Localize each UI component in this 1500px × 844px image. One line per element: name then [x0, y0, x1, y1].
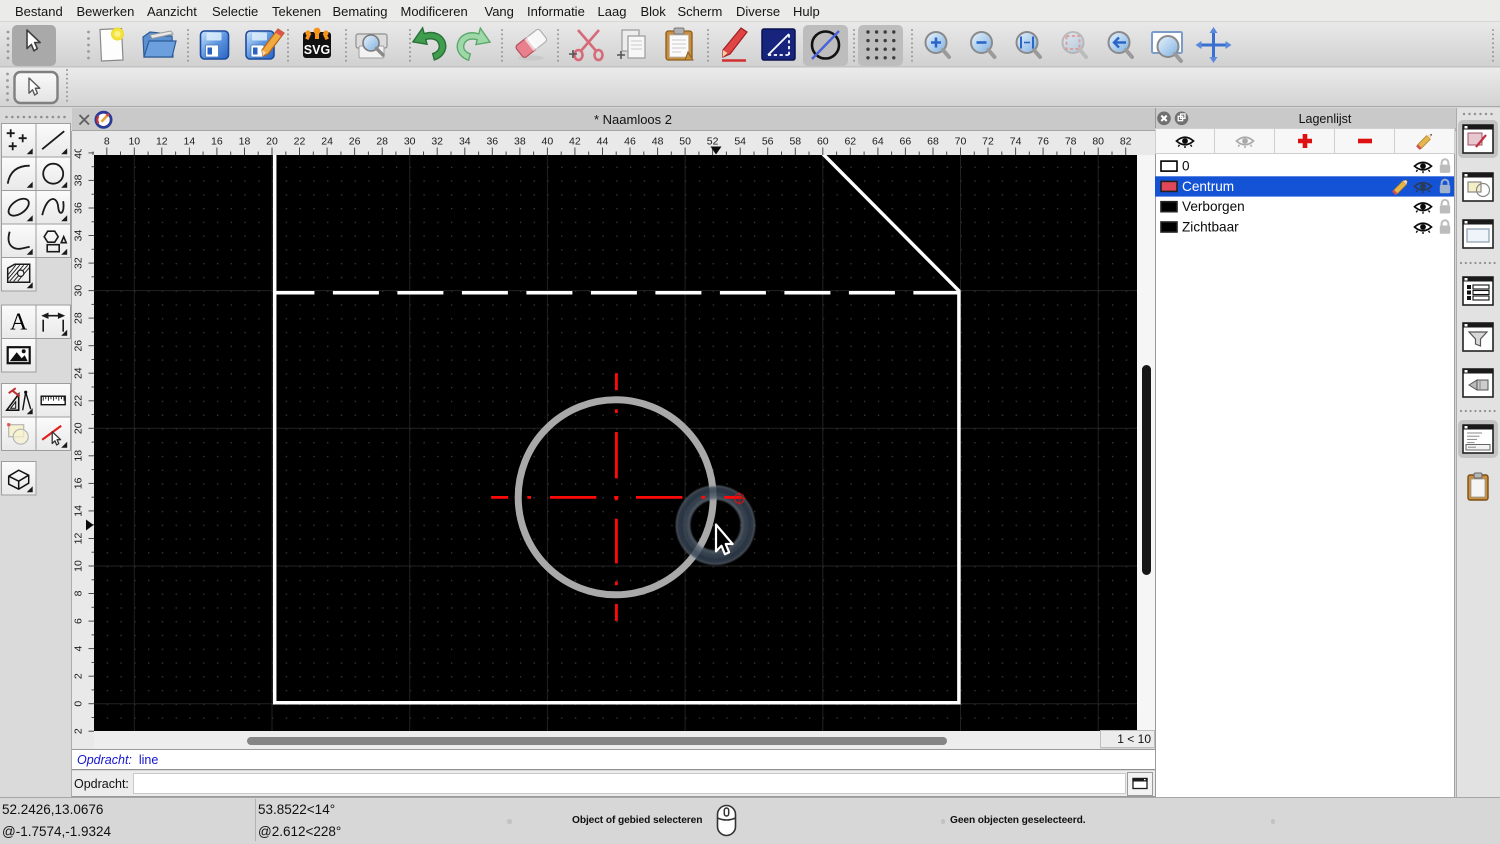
svg-text:72: 72	[982, 136, 994, 148]
svg-text:Zichtbaar: Zichtbaar	[1182, 220, 1239, 235]
svg-text:20: 20	[266, 136, 278, 148]
svg-text:64: 64	[872, 136, 884, 148]
svg-text:46: 46	[624, 136, 636, 148]
svg-text:22: 22	[72, 395, 84, 407]
svg-text:30: 30	[72, 285, 84, 297]
svg-text:54: 54	[734, 136, 746, 148]
svg-text:14: 14	[72, 505, 84, 517]
svg-text:38: 38	[72, 174, 84, 186]
svg-text:58: 58	[789, 136, 801, 148]
svg-text:80: 80	[1092, 136, 1104, 148]
svg-text:38: 38	[514, 136, 526, 148]
svg-text:10: 10	[72, 560, 84, 572]
svg-text:52: 52	[707, 136, 719, 148]
svg-text:56: 56	[762, 136, 774, 148]
svg-text:76: 76	[1037, 136, 1049, 148]
svg-text:66: 66	[900, 136, 912, 148]
svg-text:Centrum: Centrum	[1182, 179, 1234, 194]
svg-text:70: 70	[955, 136, 967, 148]
svg-text:16: 16	[211, 136, 223, 148]
svg-text:2: 2	[72, 673, 84, 679]
svg-text:A: A	[10, 310, 28, 336]
svg-text:0: 0	[72, 701, 84, 707]
svg-text:16: 16	[72, 477, 84, 489]
svg-text:12: 12	[156, 136, 168, 148]
svg-text:42: 42	[569, 136, 581, 148]
svg-text:60: 60	[817, 136, 829, 148]
svg-text:68: 68	[927, 136, 939, 148]
svg-text:6: 6	[72, 618, 84, 624]
svg-text:28: 28	[376, 136, 388, 148]
svg-text:18: 18	[239, 136, 251, 148]
svg-text:36: 36	[486, 136, 498, 148]
svg-text:26: 26	[72, 340, 84, 352]
svg-text:24: 24	[72, 367, 84, 379]
svg-text:28: 28	[72, 312, 84, 324]
svg-text:40: 40	[542, 136, 554, 148]
svg-text:32: 32	[431, 136, 443, 148]
svg-text:48: 48	[652, 136, 664, 148]
svg-text:50: 50	[679, 136, 691, 148]
svg-text:2: 2	[72, 728, 84, 734]
svg-text:78: 78	[1065, 136, 1077, 148]
svg-text:74: 74	[1010, 136, 1022, 148]
svg-text:18: 18	[72, 450, 84, 462]
svg-text:12: 12	[72, 533, 84, 545]
svg-text:30: 30	[404, 136, 416, 148]
svg-text:22: 22	[294, 136, 306, 148]
svg-text:4: 4	[72, 646, 84, 652]
svg-text:24: 24	[321, 136, 333, 148]
svg-text:34: 34	[459, 136, 471, 148]
svg-text:0: 0	[1182, 159, 1190, 174]
svg-text:8: 8	[72, 590, 84, 596]
svg-text:36: 36	[72, 202, 84, 214]
svg-text:26: 26	[349, 136, 361, 148]
svg-text:32: 32	[72, 257, 84, 269]
svg-text:62: 62	[844, 136, 856, 148]
svg-text:8: 8	[104, 136, 110, 148]
svg-text:82: 82	[1120, 136, 1132, 148]
svg-text:44: 44	[597, 136, 609, 148]
svg-text:34: 34	[72, 230, 84, 242]
svg-text:10: 10	[128, 136, 140, 148]
svg-text:20: 20	[72, 422, 84, 434]
svg-text:Verborgen: Verborgen	[1182, 199, 1245, 214]
svg-text:14: 14	[184, 136, 196, 148]
svg-text:SVG: SVG	[304, 43, 330, 57]
